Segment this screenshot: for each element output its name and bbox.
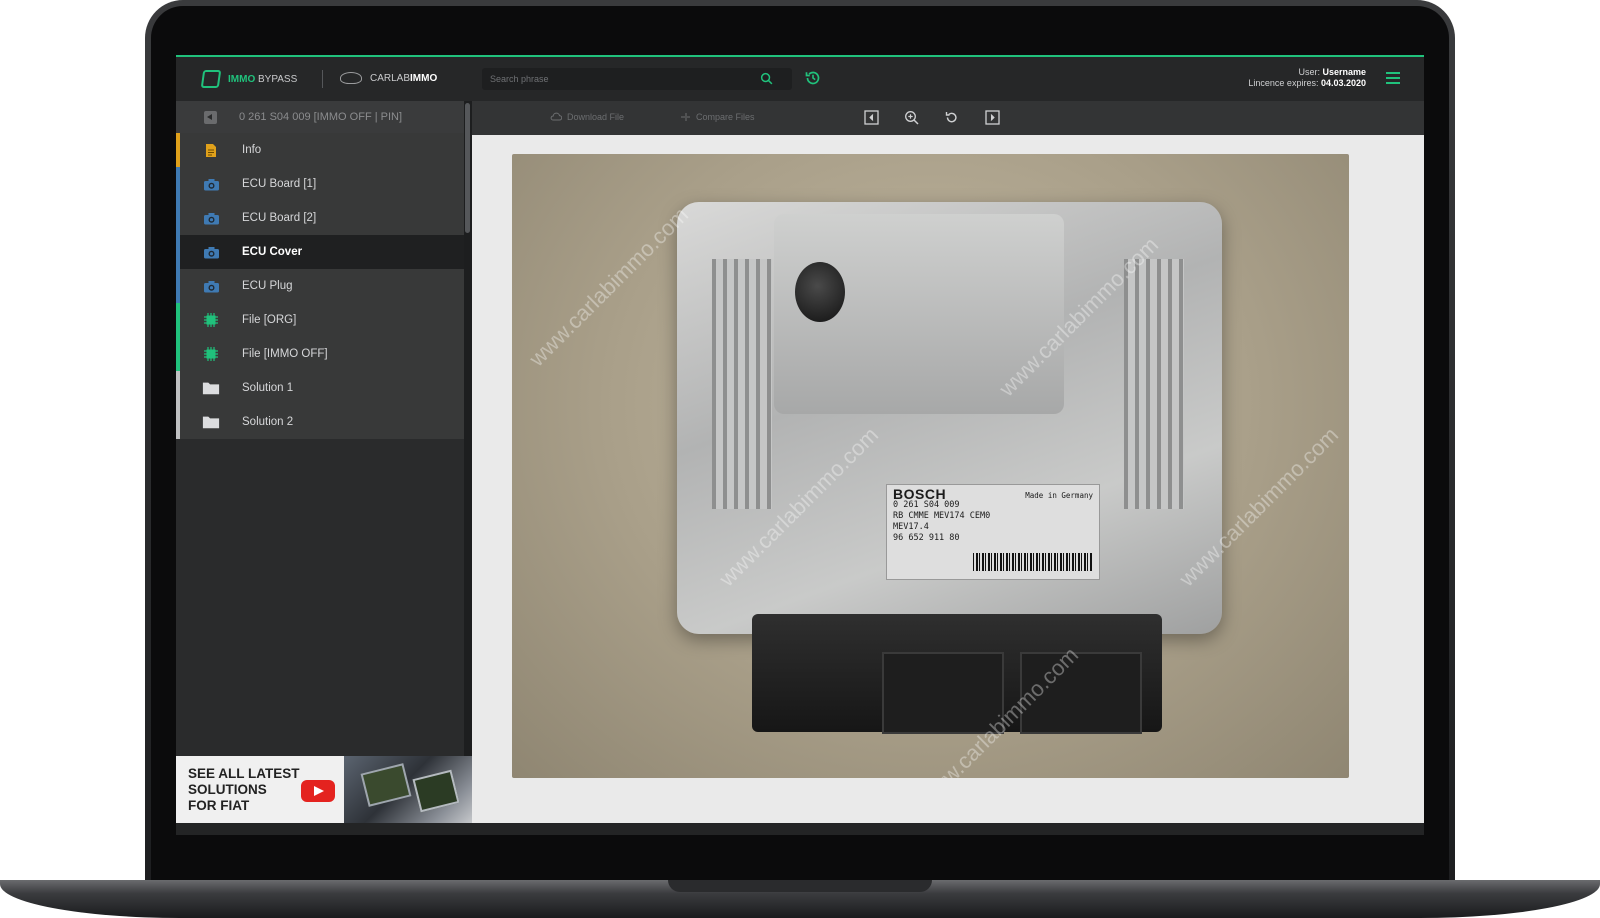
sidebar-item-label: Info bbox=[242, 144, 262, 156]
chip-icon bbox=[202, 346, 220, 362]
viewer-toolbar: Download File Compare Files bbox=[472, 101, 1424, 135]
youtube-banner[interactable]: SEE ALL LATEST SOLUTIONS FOR FIAT bbox=[176, 756, 472, 823]
download-file-button[interactable]: Download File bbox=[550, 112, 624, 122]
folder-icon bbox=[202, 414, 220, 430]
banner-text: SEE ALL LATEST SOLUTIONS FOR FIAT bbox=[188, 766, 300, 814]
sidebar-item-file-immo-off[interactable]: File [IMMO OFF] bbox=[176, 337, 464, 371]
sidebar-item-label: File [IMMO OFF] bbox=[242, 348, 328, 360]
banner-line-2: SOLUTIONS bbox=[188, 782, 267, 797]
back-icon[interactable] bbox=[204, 110, 217, 124]
sidebar-item-label: File [ORG] bbox=[242, 314, 297, 326]
ecu-fins-right bbox=[1124, 259, 1184, 509]
user-line: User: Username bbox=[1298, 67, 1366, 77]
sidebar-scroll-thumb[interactable] bbox=[465, 103, 470, 233]
ecu-label-line1: RB CMME MEV174 CEM0 bbox=[893, 511, 991, 521]
laptop-notch bbox=[668, 880, 932, 892]
next-image-icon[interactable] bbox=[985, 110, 1000, 125]
sidebar-item-ecu-plug[interactable]: ECU Plug bbox=[176, 269, 464, 303]
chip-icon bbox=[202, 312, 220, 328]
ecu-connector bbox=[752, 614, 1162, 734]
ecu-label-made: Made in Germany bbox=[1025, 491, 1093, 500]
history-icon[interactable] bbox=[804, 69, 822, 87]
watermark-text: www.carlabimmo.com bbox=[524, 202, 694, 372]
sidebar-item-solution-2[interactable]: Solution 2 bbox=[176, 405, 464, 439]
compare-files-label: Compare Files bbox=[696, 112, 755, 122]
rotate-icon[interactable] bbox=[944, 110, 959, 125]
sidebar-item-label: Solution 1 bbox=[242, 382, 294, 394]
carlabimmo-logo-icon bbox=[340, 72, 362, 84]
ecu-plug-cap bbox=[795, 262, 845, 322]
user-info: User: Username Lincence expires: 04.03.2… bbox=[1248, 67, 1366, 89]
folder-icon bbox=[202, 380, 220, 396]
search-box bbox=[482, 68, 792, 90]
immo-bypass-logo[interactable]: IMMO BYPASS bbox=[200, 70, 298, 88]
top-bar: IMMO BYPASS CARLABIMMO User: Username Li… bbox=[176, 57, 1424, 101]
immo-bypass-logo-text: IMMO BYPASS bbox=[228, 73, 298, 85]
banner-line-1: SEE ALL LATEST bbox=[188, 766, 300, 781]
previous-image-icon[interactable] bbox=[864, 110, 879, 125]
search-icon[interactable] bbox=[760, 72, 773, 85]
search-input[interactable] bbox=[490, 68, 750, 90]
sidebar-item-label: ECU Plug bbox=[242, 280, 293, 292]
document-icon bbox=[202, 142, 220, 158]
camera-icon bbox=[202, 278, 220, 294]
sidebar-item-ecu-board-2[interactable]: ECU Board [2] bbox=[176, 201, 464, 235]
sidebar-item-label: ECU Board [2] bbox=[242, 212, 317, 224]
ecu-fins-left bbox=[712, 259, 772, 509]
sidebar-item-solution-1[interactable]: Solution 1 bbox=[176, 371, 464, 405]
sidebar-item-label: ECU Cover bbox=[242, 246, 303, 258]
sidebar-item-info[interactable]: Info bbox=[176, 133, 464, 167]
sidebar: 0 261 S04 009 [IMMO OFF | PIN] Info ECU B… bbox=[176, 101, 472, 756]
app-screen: IMMO BYPASS CARLABIMMO User: Username Li… bbox=[176, 55, 1424, 835]
logo-divider bbox=[322, 70, 323, 88]
download-file-label: Download File bbox=[567, 112, 625, 122]
compare-icon bbox=[681, 113, 690, 121]
ecu-label-part: 0 261 S04 009 bbox=[893, 500, 960, 510]
sidebar-item-label: ECU Board [1] bbox=[242, 178, 317, 190]
camera-icon bbox=[202, 210, 220, 226]
sidebar-title: 0 261 S04 009 [IMMO OFF | PIN] bbox=[239, 111, 403, 123]
carlabimmo-logo-text: CARLABIMMO bbox=[370, 72, 438, 84]
sidebar-list: Info ECU Board [1] ECU Board [2] ECU Cover E… bbox=[176, 133, 464, 439]
ecu-label-barcode bbox=[973, 553, 1093, 571]
youtube-play-icon[interactable] bbox=[301, 780, 335, 802]
hamburger-menu-icon[interactable] bbox=[1386, 72, 1400, 84]
sidebar-item-label: Solution 2 bbox=[242, 416, 294, 428]
ecu-label: BOSCH Made in Germany 0 261 S04 009 RB C… bbox=[886, 484, 1100, 580]
zoom-in-icon[interactable] bbox=[904, 110, 919, 125]
camera-icon bbox=[202, 176, 220, 192]
sidebar-item-ecu-cover[interactable]: ECU Cover bbox=[176, 235, 464, 269]
immo-bypass-logo-icon bbox=[200, 70, 222, 88]
sidebar-header: 0 261 S04 009 [IMMO OFF | PIN] bbox=[176, 101, 472, 133]
ecu-cover-photo[interactable]: BOSCH Made in Germany 0 261 S04 009 RB C… bbox=[512, 154, 1349, 778]
ecu-label-line2: MEV17.4 bbox=[893, 522, 929, 532]
sidebar-item-ecu-board-1[interactable]: ECU Board [1] bbox=[176, 167, 464, 201]
carlabimmo-logo[interactable]: CARLABIMMO bbox=[340, 72, 437, 84]
ecu-label-line3: 96 652 911 80 bbox=[893, 533, 960, 543]
banner-line-3: FOR FIAT bbox=[188, 798, 250, 813]
compare-files-button[interactable]: Compare Files bbox=[680, 112, 755, 122]
cloud-download-icon bbox=[550, 112, 562, 121]
camera-icon bbox=[202, 244, 220, 260]
sidebar-item-file-org[interactable]: File [ORG] bbox=[176, 303, 464, 337]
image-viewer: BOSCH Made in Germany 0 261 S04 009 RB C… bbox=[472, 135, 1424, 823]
licence-line: Lincence expires: 04.03.2020 bbox=[1248, 78, 1366, 88]
banner-ecu-image bbox=[344, 756, 472, 823]
